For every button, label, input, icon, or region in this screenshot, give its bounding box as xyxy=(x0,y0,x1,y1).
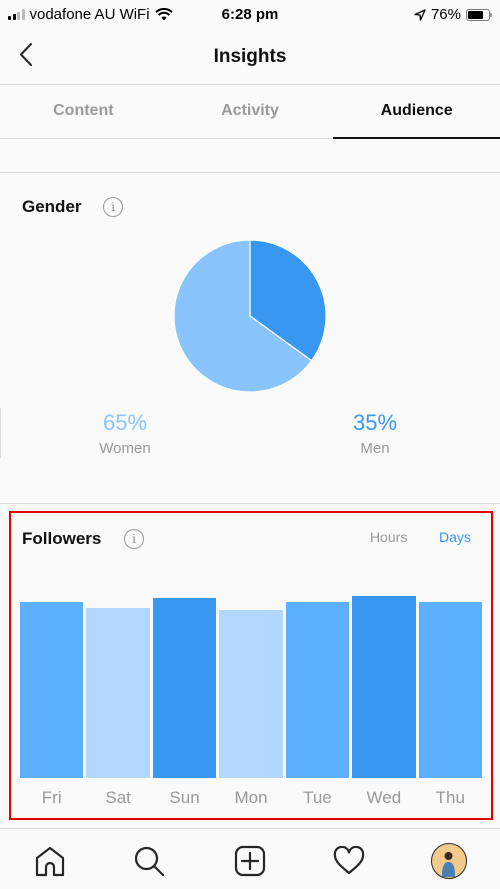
left-edge-divider xyxy=(0,408,1,458)
men-stat: 35% Men xyxy=(295,410,455,457)
bar-thu[interactable] xyxy=(418,602,482,778)
gender-card: Gender i 65% Women 35% Men xyxy=(0,174,500,504)
home-icon xyxy=(35,846,65,877)
bar-wed[interactable] xyxy=(352,596,416,778)
gender-title: Gender xyxy=(22,197,82,216)
day-label-thu: Thu xyxy=(435,788,465,807)
bar-tue[interactable] xyxy=(285,602,350,778)
bar-sun[interactable] xyxy=(152,598,217,778)
followers-bar-chart xyxy=(20,513,482,778)
profile-avatar xyxy=(431,843,467,879)
avatar-photo-icon xyxy=(442,852,455,877)
page-title: Insights xyxy=(213,46,287,67)
battery-percent: 76% xyxy=(430,6,461,23)
tab-content[interactable]: Content xyxy=(0,86,167,138)
location-arrow-icon xyxy=(414,8,426,21)
day-label-tue: Tue xyxy=(303,788,332,807)
activity-tab[interactable] xyxy=(331,843,367,879)
new-post-tab[interactable] xyxy=(232,843,268,879)
followers-card: Followers i Hours Days Fri Sat Sun Mon Tue We… xyxy=(9,511,493,820)
battery-icon xyxy=(466,8,492,21)
info-icon[interactable]: i xyxy=(103,197,123,217)
men-label: Men xyxy=(360,440,390,457)
heart-icon xyxy=(333,846,365,875)
day-label-wed: Wed xyxy=(366,788,402,807)
status-bar: vodafone AU WiFi 6:28 pm 76% xyxy=(0,0,500,30)
tab-activity[interactable]: Activity xyxy=(167,86,334,138)
bar-sat[interactable] xyxy=(86,608,150,778)
section-divider xyxy=(0,140,500,173)
day-label-sat: Sat xyxy=(105,788,131,807)
men-percent: 35% xyxy=(352,410,398,435)
add-post-icon xyxy=(234,845,266,877)
profile-tab[interactable] xyxy=(431,843,467,879)
bottom-tab-bar xyxy=(0,828,500,889)
women-label: Women xyxy=(99,440,151,457)
insights-tabs: Content Activity Audience xyxy=(0,86,500,139)
search-icon xyxy=(134,846,165,877)
home-tab[interactable] xyxy=(32,843,68,879)
women-percent: 65% xyxy=(102,410,148,435)
day-label-sun: Sun xyxy=(169,788,200,807)
bar-fri[interactable] xyxy=(20,602,84,778)
day-label-mon: Mon xyxy=(234,788,268,807)
day-labels: Fri Sat Sun Mon Tue Wed Thu xyxy=(20,788,482,808)
battery-fill xyxy=(468,10,484,19)
search-tab[interactable] xyxy=(131,843,167,879)
gender-pie-chart xyxy=(174,240,326,392)
nav-header: Insights xyxy=(0,30,500,85)
tab-audience[interactable]: Audience xyxy=(333,86,500,139)
bar-mon[interactable] xyxy=(219,610,283,778)
women-stat: 65% Women xyxy=(45,410,205,457)
day-label-fri: Fri xyxy=(41,788,62,807)
status-right: 76% xyxy=(414,6,492,23)
